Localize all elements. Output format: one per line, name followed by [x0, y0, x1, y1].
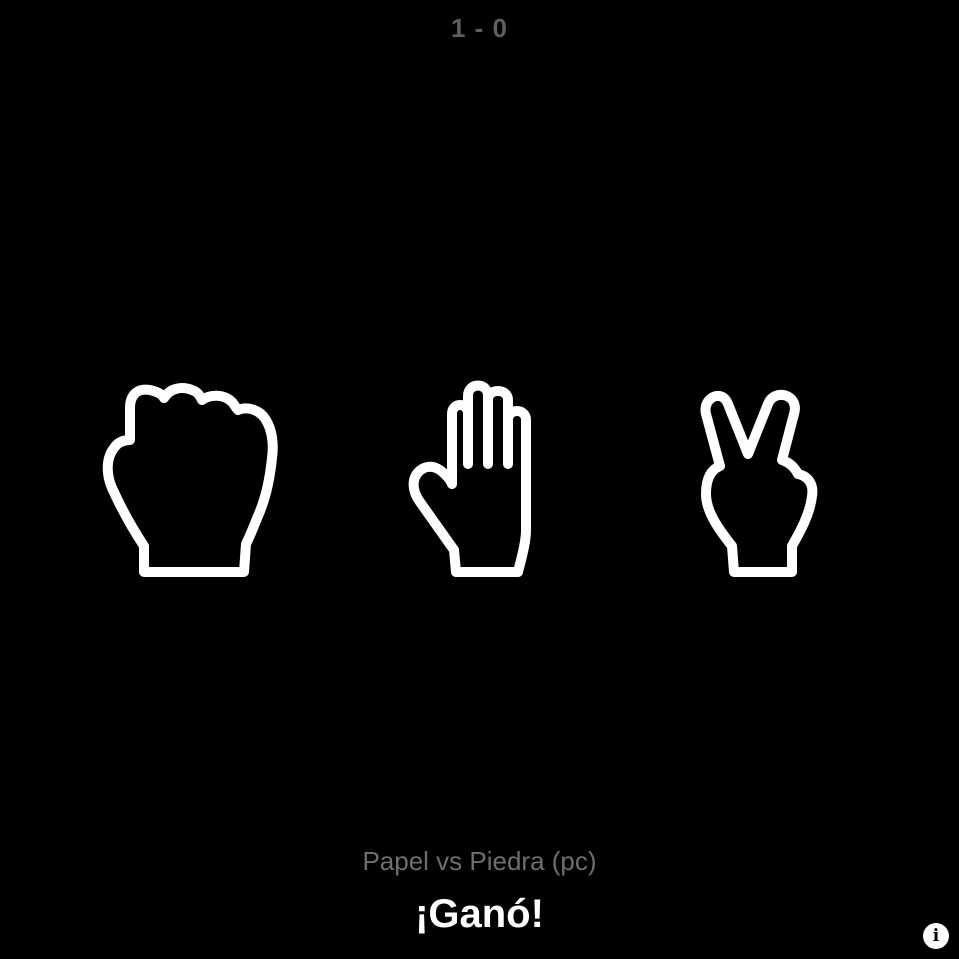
info-icon: i	[932, 926, 940, 946]
score-display: 1 - 0	[450, 13, 509, 43]
paper-open-hand-icon	[408, 380, 531, 577]
result-text: ¡Ganó!	[415, 892, 544, 936]
scissors-button[interactable]	[696, 380, 846, 580]
paper-button[interactable]	[400, 380, 580, 580]
rock-button[interactable]	[100, 380, 280, 580]
rock-fist-icon	[102, 383, 278, 577]
matchup-text: Papel vs Piedra (pc)	[362, 846, 597, 876]
info-button[interactable]: i	[923, 923, 949, 949]
scissors-victory-hand-icon	[700, 390, 818, 577]
